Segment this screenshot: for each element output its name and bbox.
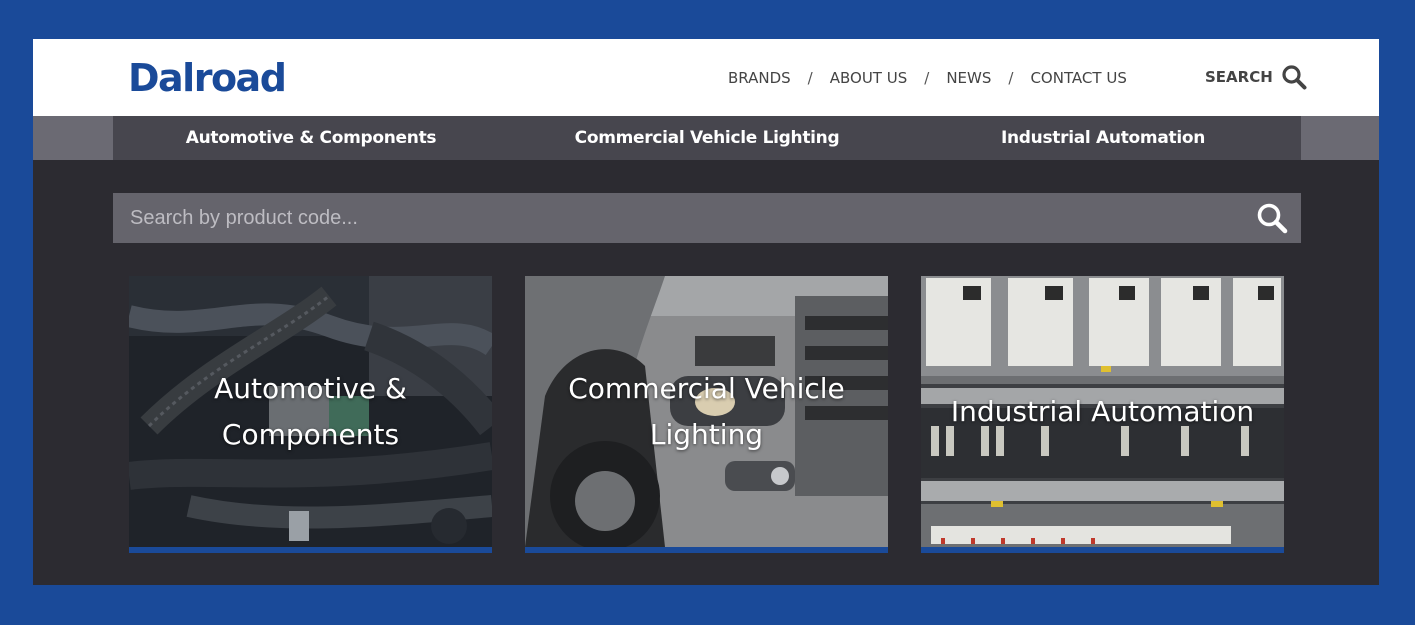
page-frame: Dalroad BRANDS / ABOUT US / NEWS / CONTA… (33, 39, 1379, 585)
card-accent-bar (129, 547, 492, 553)
product-search-box (113, 193, 1301, 243)
category-commercial-vehicle-lighting[interactable]: Commercial Vehicle Lighting (509, 116, 905, 160)
category-card-commercial-vehicle-lighting[interactable]: Commercial Vehicle Lighting (525, 276, 888, 553)
nav-separator: / (924, 69, 930, 87)
site-header: Dalroad BRANDS / ABOUT US / NEWS / CONTA… (33, 39, 1379, 116)
category-bar: Automotive & Components Commercial Vehic… (113, 116, 1301, 160)
header-search-button[interactable]: SEARCH (1205, 63, 1307, 91)
category-industrial-automation[interactable]: Industrial Automation (905, 116, 1301, 160)
top-navigation: BRANDS / ABOUT US / NEWS / CONTACT US (728, 66, 1127, 90)
category-card-automotive[interactable]: Automotive & Components (129, 276, 492, 553)
nav-link-news[interactable]: NEWS (946, 69, 991, 87)
card-title: Automotive & Components (214, 371, 407, 451)
category-card-industrial-automation[interactable]: Industrial Automation (921, 276, 1284, 553)
card-title: Industrial Automation (950, 394, 1255, 428)
search-icon[interactable] (1255, 201, 1289, 235)
category-bar-background: Automotive & Components Commercial Vehic… (33, 116, 1379, 160)
nav-link-brands[interactable]: BRANDS (728, 69, 791, 87)
card-accent-bar (921, 547, 1284, 553)
brand-logo[interactable]: Dalroad (128, 56, 287, 100)
nav-link-contact-us[interactable]: CONTACT US (1030, 69, 1126, 87)
nav-link-about-us[interactable]: ABOUT US (830, 69, 908, 87)
category-automotive[interactable]: Automotive & Components (113, 116, 509, 160)
header-search-label: SEARCH (1205, 68, 1273, 86)
search-icon (1282, 65, 1307, 90)
card-accent-bar (525, 547, 888, 553)
nav-separator: / (807, 69, 813, 87)
card-title: Commercial Vehicle Lighting (568, 371, 845, 451)
product-search-input[interactable] (113, 193, 1233, 243)
nav-separator: / (1008, 69, 1014, 87)
